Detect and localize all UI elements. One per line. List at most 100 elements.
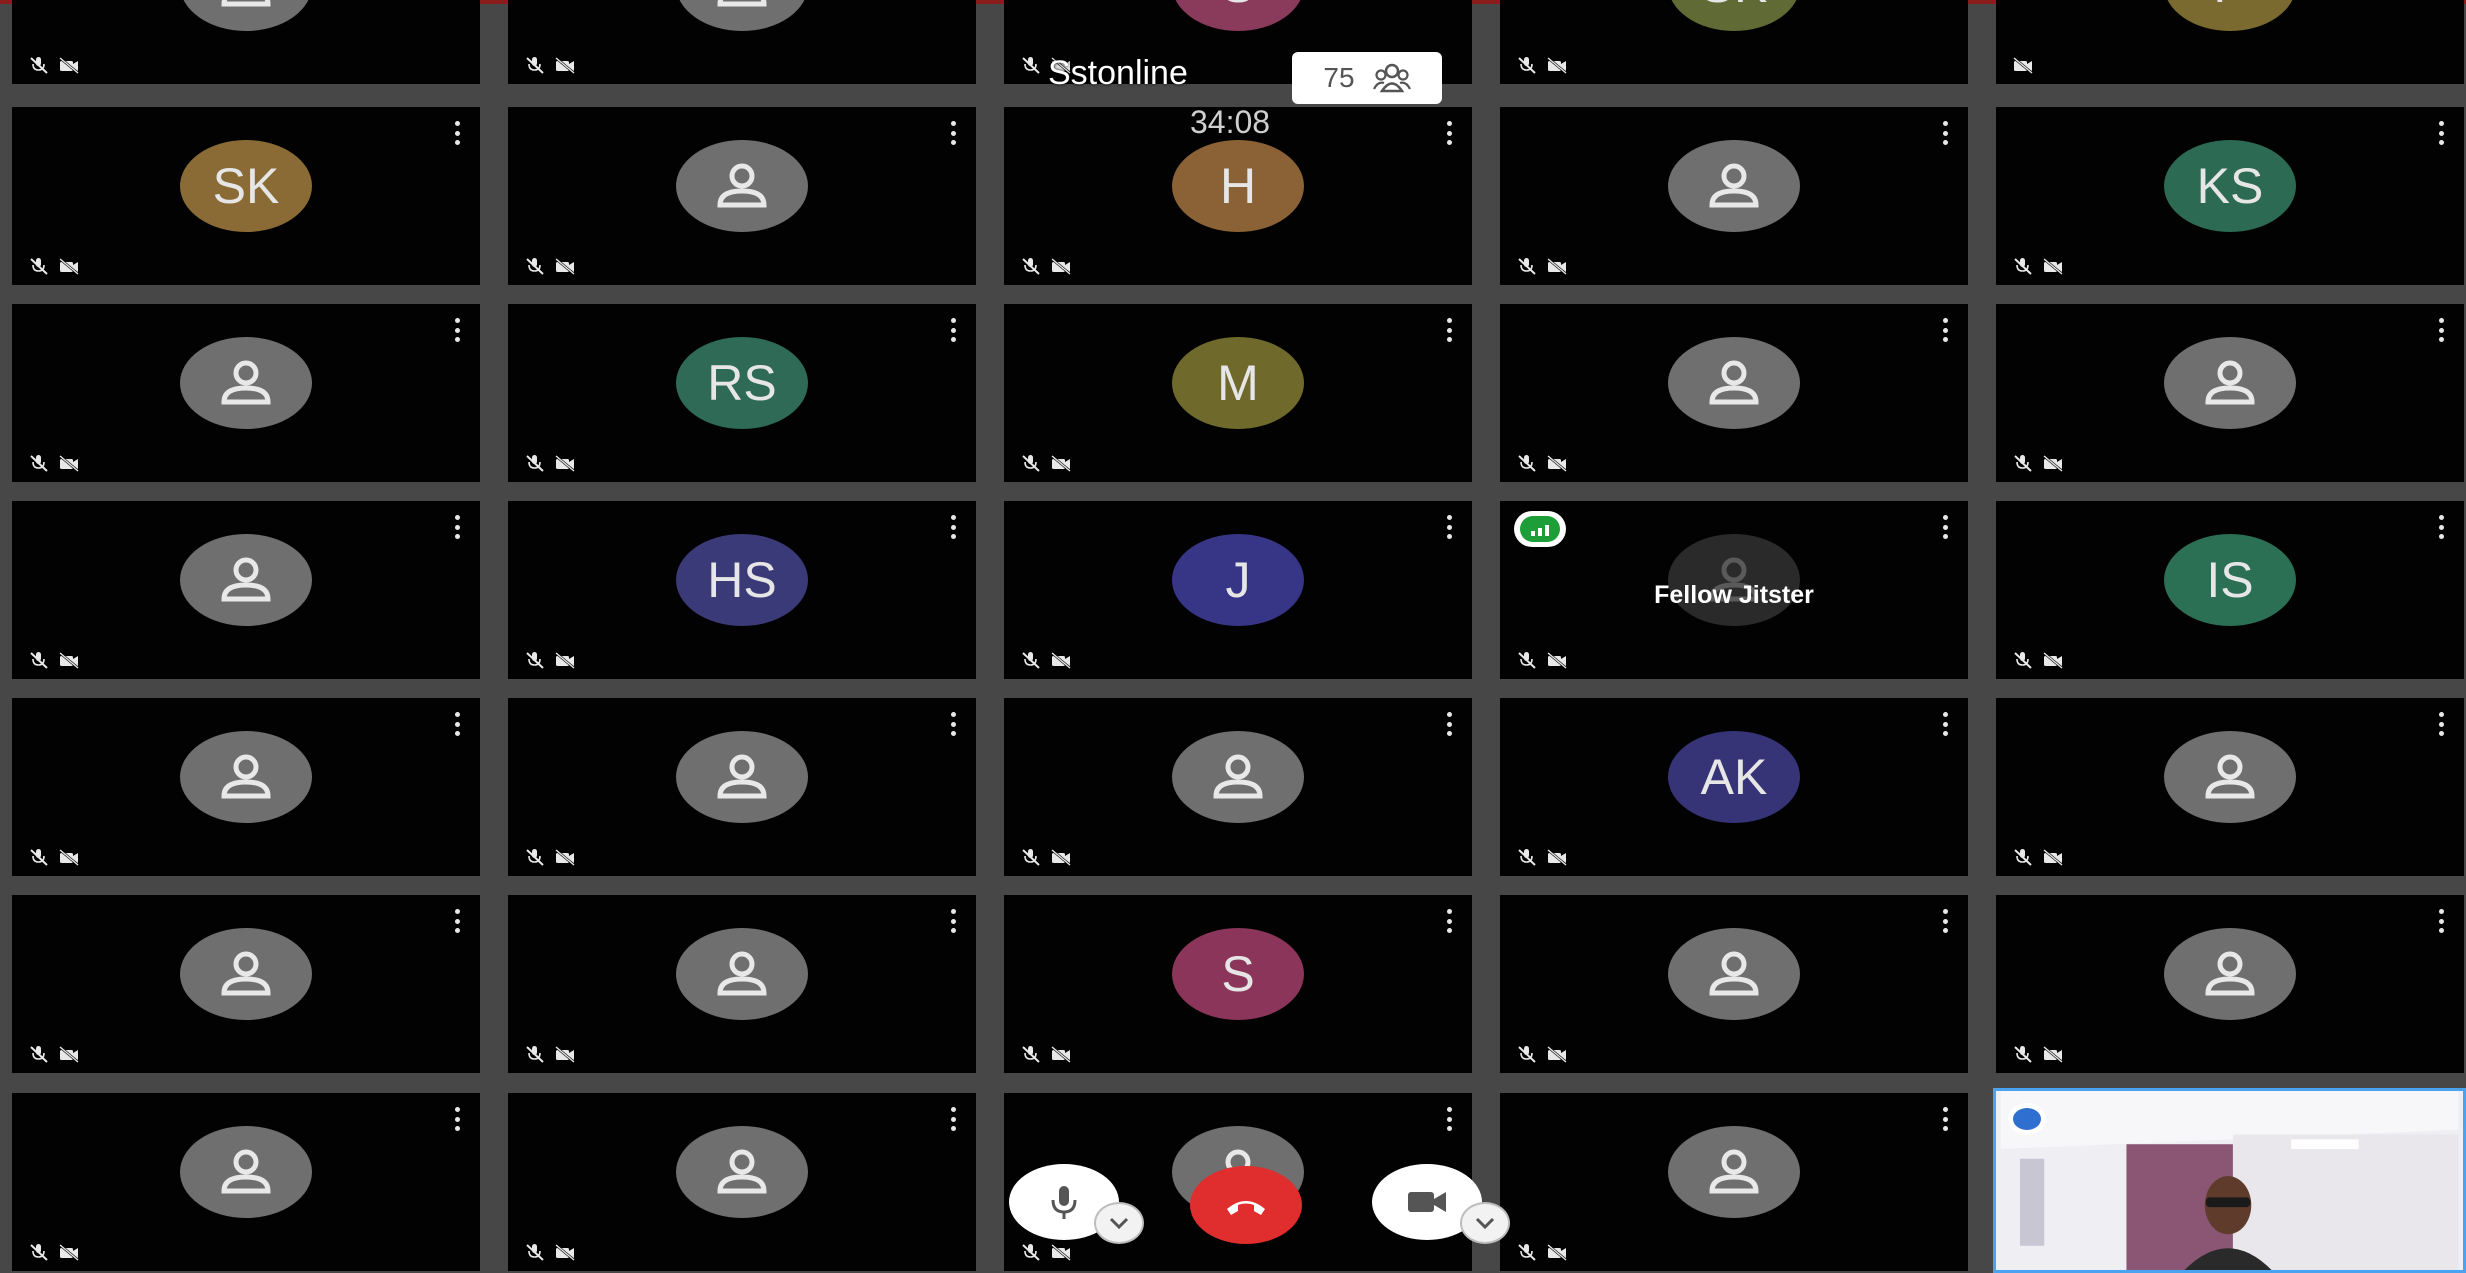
more-vertical-icon[interactable] <box>950 909 956 933</box>
more-vertical-icon[interactable] <box>454 712 460 736</box>
mic-off-icon <box>30 1046 48 1063</box>
media-status-indicators <box>524 651 576 669</box>
more-vertical-icon[interactable] <box>454 318 460 342</box>
participant-tile[interactable] <box>12 0 480 84</box>
media-status-indicators <box>524 1243 576 1261</box>
participant-tile[interactable] <box>12 895 480 1073</box>
mic-off-icon <box>1022 57 1040 74</box>
camera-off-icon <box>59 1046 79 1063</box>
media-status-indicators <box>28 257 80 275</box>
participant-tile[interactable]: HS <box>508 501 976 679</box>
more-vertical-icon[interactable] <box>1942 121 1948 145</box>
camera-off-icon <box>2043 455 2063 472</box>
media-status-indicators <box>2012 257 2064 275</box>
more-vertical-icon[interactable] <box>950 121 956 145</box>
microphone-options-button[interactable] <box>1094 1202 1144 1244</box>
participant-tile[interactable] <box>12 698 480 876</box>
participant-tile[interactable] <box>1004 698 1472 876</box>
media-status-indicators <box>1020 1243 1072 1261</box>
more-vertical-icon[interactable] <box>1446 909 1452 933</box>
more-vertical-icon[interactable] <box>1446 121 1452 145</box>
participant-tile[interactable]: KS <box>1996 107 2464 285</box>
participant-tile[interactable] <box>1500 304 1968 482</box>
hangup-button[interactable] <box>1190 1166 1302 1244</box>
participant-tile[interactable] <box>1996 304 2464 482</box>
participant-tile[interactable] <box>508 895 976 1073</box>
more-vertical-icon[interactable] <box>454 515 460 539</box>
more-vertical-icon[interactable] <box>2438 515 2444 539</box>
more-vertical-icon[interactable] <box>2438 121 2444 145</box>
more-vertical-icon[interactable] <box>950 1107 956 1131</box>
media-status-indicators <box>2012 848 2064 866</box>
mic-off-icon <box>526 455 544 472</box>
participant-tile[interactable] <box>1500 895 1968 1073</box>
camera-options-button[interactable] <box>1460 1202 1510 1244</box>
participant-tile[interactable] <box>508 107 976 285</box>
more-vertical-icon[interactable] <box>2438 712 2444 736</box>
participant-tile[interactable] <box>508 698 976 876</box>
participant-tile[interactable] <box>12 501 480 679</box>
more-vertical-icon[interactable] <box>1446 712 1452 736</box>
mic-off-icon <box>30 652 48 669</box>
more-vertical-icon[interactable] <box>1942 318 1948 342</box>
mic-off-icon <box>30 258 48 275</box>
participant-tile[interactable] <box>1996 895 2464 1073</box>
more-vertical-icon[interactable] <box>950 712 956 736</box>
more-vertical-icon[interactable] <box>1446 515 1452 539</box>
more-vertical-icon[interactable] <box>1942 909 1948 933</box>
camera-off-icon <box>1547 57 1567 74</box>
participant-tile[interactable]: AK <box>1500 698 1968 876</box>
more-vertical-icon[interactable] <box>1446 318 1452 342</box>
participant-tile[interactable] <box>508 1093 976 1271</box>
person-icon <box>1213 754 1263 799</box>
participant-count-button[interactable]: 75 <box>1292 52 1442 104</box>
mic-off-icon <box>1022 1046 1040 1063</box>
participant-tile[interactable] <box>1500 1093 1968 1271</box>
mic-off-icon <box>1022 258 1040 275</box>
mic-off-icon <box>1022 455 1040 472</box>
media-status-indicators <box>1020 454 1072 472</box>
mic-off-icon <box>2014 849 2032 866</box>
camera-off-icon <box>555 652 575 669</box>
participant-tile[interactable]: S <box>1004 895 1472 1073</box>
more-vertical-icon[interactable] <box>1446 1107 1452 1131</box>
mic-off-icon <box>1518 258 1536 275</box>
participant-tile[interactable] <box>12 1093 480 1271</box>
chevron-down-icon <box>1475 1217 1495 1230</box>
more-vertical-icon[interactable] <box>1942 1107 1948 1131</box>
person-icon <box>1709 360 1759 405</box>
participant-tile[interactable]: Fellow Jitster <box>1500 501 1968 679</box>
participant-tile[interactable] <box>1996 698 2464 876</box>
participant-tile[interactable]: M <box>1004 304 1472 482</box>
moderator-badge <box>2008 1103 2046 1135</box>
participant-tile[interactable]: SK <box>12 107 480 285</box>
more-vertical-icon[interactable] <box>454 121 460 145</box>
more-vertical-icon[interactable] <box>454 1107 460 1131</box>
media-status-indicators <box>524 848 576 866</box>
participant-tile[interactable]: P <box>1996 0 2464 84</box>
participant-avatar-initials: RS <box>676 337 808 429</box>
more-vertical-icon[interactable] <box>2438 318 2444 342</box>
participant-tile[interactable] <box>1500 107 1968 285</box>
more-vertical-icon[interactable] <box>1942 712 1948 736</box>
participant-tile[interactable]: J <box>1004 501 1472 679</box>
more-vertical-icon[interactable] <box>950 318 956 342</box>
participant-tile[interactable]: RS <box>508 304 976 482</box>
more-vertical-icon[interactable] <box>2438 909 2444 933</box>
participant-tile[interactable]: IS <box>1996 501 2464 679</box>
local-video-thumbnail[interactable] <box>1993 1088 2466 1273</box>
camera-off-icon <box>1051 258 1071 275</box>
camera-off-icon <box>1051 1244 1071 1261</box>
media-status-indicators <box>1516 1243 1568 1261</box>
more-vertical-icon[interactable] <box>950 515 956 539</box>
participant-tile[interactable] <box>12 304 480 482</box>
camera-off-icon <box>59 652 79 669</box>
more-vertical-icon[interactable] <box>1942 515 1948 539</box>
microphone-icon <box>1051 1186 1077 1219</box>
more-vertical-icon[interactable] <box>454 909 460 933</box>
camera-off-icon <box>1051 849 1071 866</box>
connection-quality-icon[interactable] <box>1514 511 1566 547</box>
participant-tile[interactable]: SK <box>1500 0 1968 84</box>
media-status-indicators <box>1516 56 1568 74</box>
participant-tile[interactable] <box>508 0 976 84</box>
